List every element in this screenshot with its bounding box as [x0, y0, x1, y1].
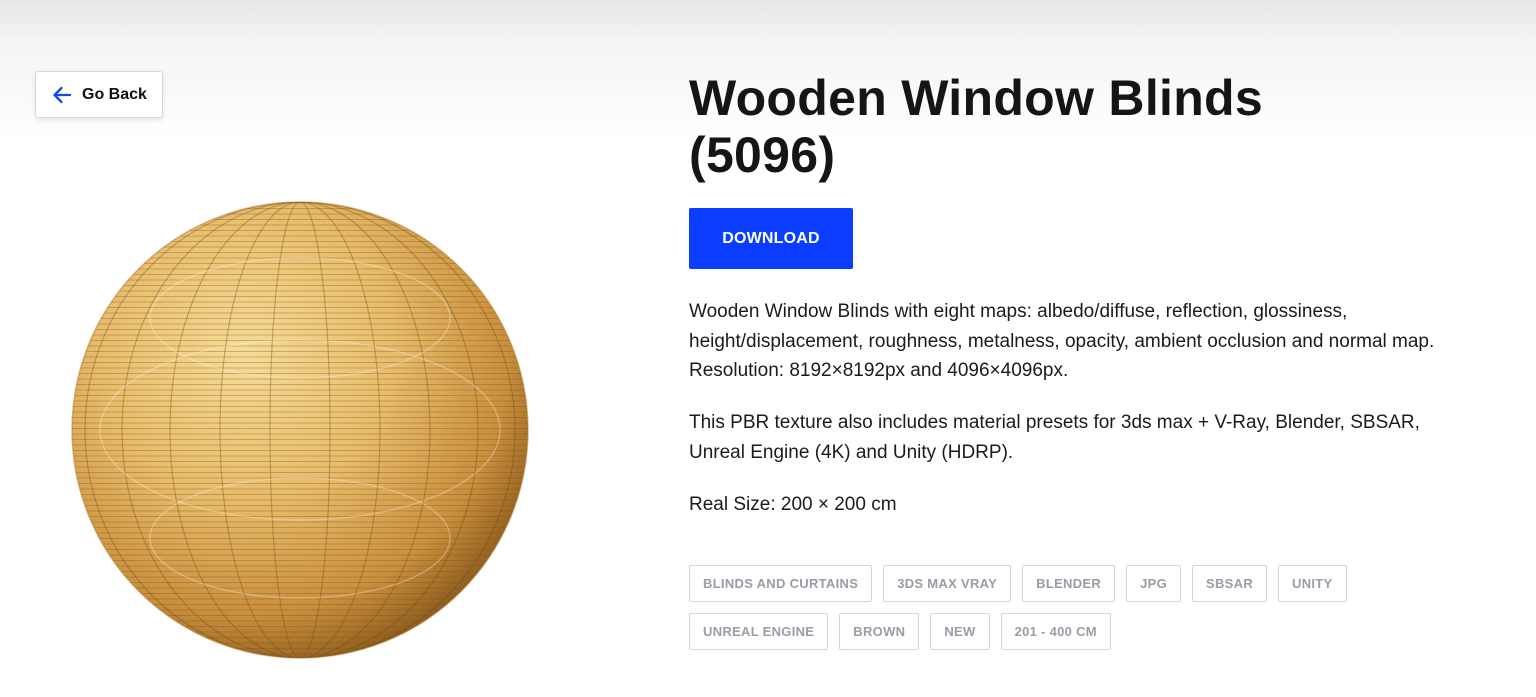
tag-size-range[interactable]: 201 - 400 CM: [1000, 613, 1111, 650]
go-back-label: Go Back: [82, 85, 147, 103]
tag-sbsar[interactable]: SBSAR: [1192, 565, 1268, 602]
arrow-left-icon: [51, 84, 73, 106]
tag-list: BLINDS AND CURTAINS 3DS MAX VRAY BLENDER…: [689, 565, 1389, 661]
product-title: Wooden Window Blinds (5096): [689, 70, 1489, 184]
title-line-1: Wooden Window Blinds: [689, 70, 1263, 126]
description-maps: Wooden Window Blinds with eight maps: al…: [689, 301, 1435, 381]
real-size-text: Real Size: 200 × 200 cm: [689, 494, 897, 515]
tag-row-2: UNREAL ENGINE BROWN NEW 201 - 400 CM: [689, 613, 1389, 650]
go-back-button[interactable]: Go Back: [35, 71, 163, 118]
title-line-2: (5096): [689, 127, 836, 183]
description-presets: This PBR texture also includes material …: [689, 412, 1420, 463]
tag-new[interactable]: NEW: [930, 613, 990, 650]
tag-3ds-max-vray[interactable]: 3DS MAX VRAY: [883, 565, 1012, 602]
tag-unity[interactable]: UNITY: [1278, 565, 1347, 602]
tag-blinds-and-curtains[interactable]: BLINDS AND CURTAINS: [689, 565, 873, 602]
tag-row-1: BLINDS AND CURTAINS 3DS MAX VRAY BLENDER…: [689, 565, 1389, 602]
tag-unreal-engine[interactable]: UNREAL ENGINE: [689, 613, 829, 650]
tag-blender[interactable]: BLENDER: [1022, 565, 1116, 602]
material-preview-sphere: [71, 201, 529, 659]
download-button[interactable]: DOWNLOAD: [689, 208, 853, 269]
tag-brown[interactable]: BROWN: [839, 613, 920, 650]
tag-jpg[interactable]: JPG: [1126, 565, 1181, 602]
